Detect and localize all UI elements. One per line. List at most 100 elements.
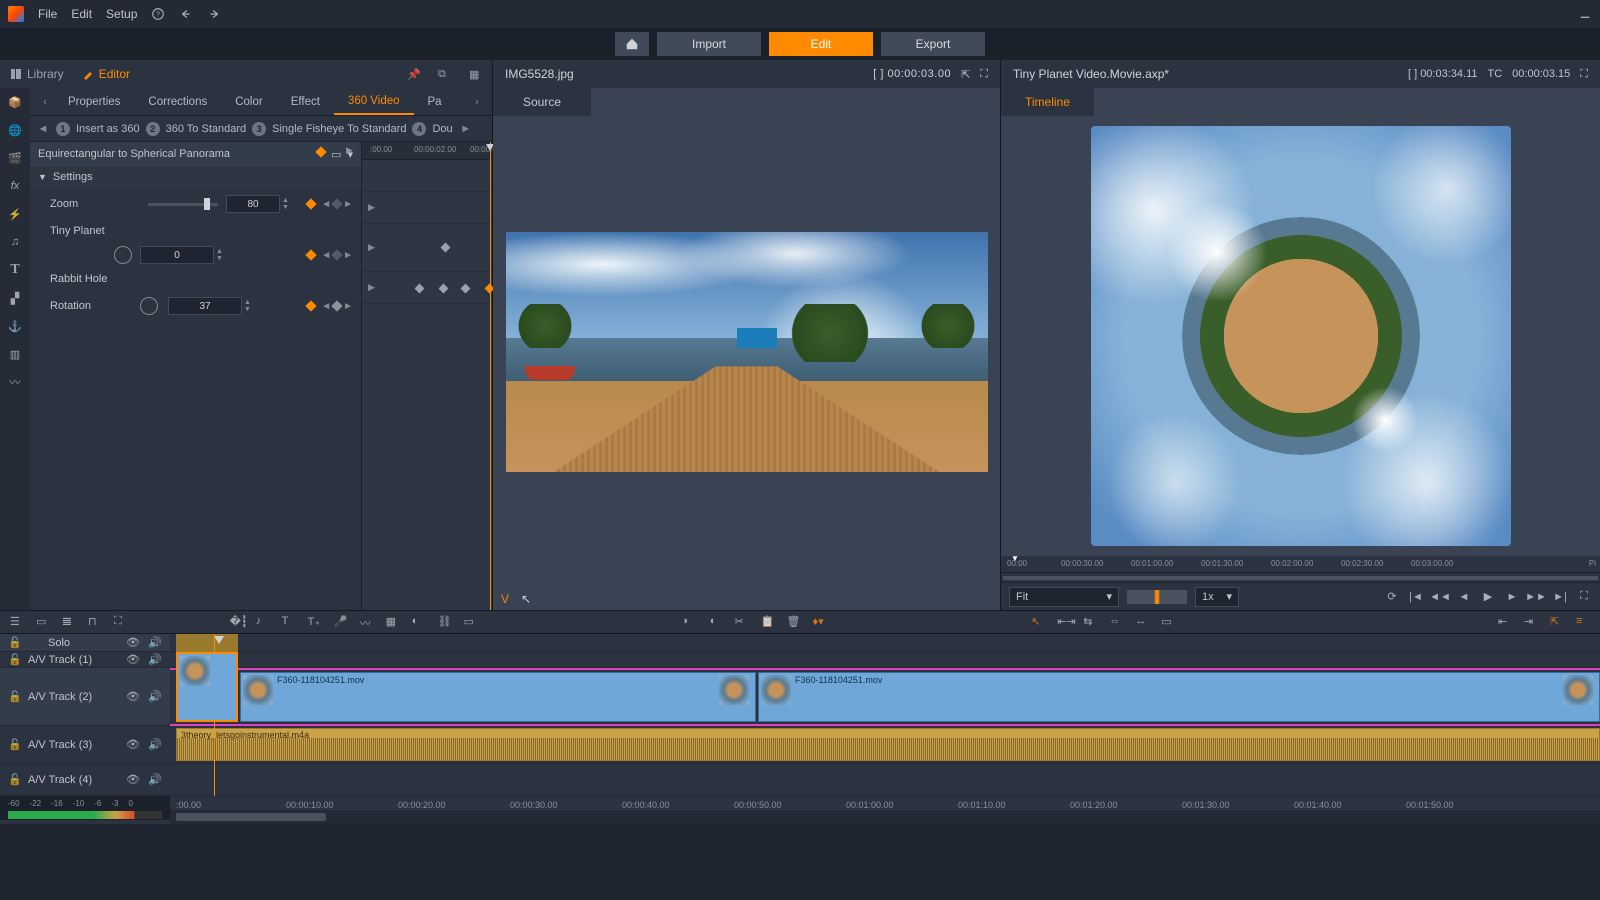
tiny-kf-here[interactable] xyxy=(331,249,342,260)
tl-roll-tool[interactable]: ↔ xyxy=(1135,615,1149,629)
kf-rot-1[interactable] xyxy=(415,284,425,294)
tl-mark-in-icon[interactable]: ◗ xyxy=(682,615,696,629)
timeline-playhead[interactable] xyxy=(214,636,224,644)
undo-icon[interactable] xyxy=(179,7,193,21)
speed-dropdown[interactable]: 1x▾ xyxy=(1195,587,1239,607)
source-max-icon[interactable]: ⛶ xyxy=(980,68,988,81)
track-header-1[interactable]: 🔓 A/V Track (1) 👁 🔊 xyxy=(0,652,170,668)
tab-pan[interactable]: Pa xyxy=(414,88,456,115)
tl-select-tool[interactable]: ↖ xyxy=(1031,615,1045,629)
tl-magnet-icon[interactable]: ⊓ xyxy=(88,615,102,629)
tl-snap-icon[interactable]: 𝌆 xyxy=(62,615,76,629)
rot-up[interactable]: ▲ xyxy=(244,299,251,306)
lane-3[interactable]: 3theory_letsgoinstrumental.m4a xyxy=(170,726,1600,764)
fx-keyframe-toggle[interactable] xyxy=(315,146,326,157)
solo-lock-icon[interactable]: 🔓 xyxy=(8,636,20,649)
kf-lane-rot[interactable]: ▶ xyxy=(362,272,492,304)
zoom-up[interactable]: ▲ xyxy=(282,197,289,204)
tl-slide-tool[interactable]: ⇔ xyxy=(1109,615,1123,629)
track-header-2[interactable]: 🔓 A/V Track (2) 👁 🔊 xyxy=(0,668,170,726)
sb-box-icon[interactable]: 📦 xyxy=(5,92,25,112)
timeline-scrollbar[interactable] xyxy=(170,810,1600,824)
import-button[interactable]: Import xyxy=(657,32,761,56)
layout-icon[interactable]: ▦ xyxy=(469,68,482,81)
redo-icon[interactable] xyxy=(207,7,221,21)
tiny-kf-add[interactable] xyxy=(306,249,317,260)
minimize-icon[interactable] xyxy=(1578,7,1592,21)
lane-play-zoom[interactable]: ▶ xyxy=(368,202,375,213)
tl-chain-icon[interactable]: ⛓ xyxy=(438,615,452,629)
kf-rot-3[interactable] xyxy=(461,284,471,294)
lane-play-rot[interactable]: ▶ xyxy=(368,282,375,293)
clip-selected[interactable] xyxy=(176,652,238,722)
zoom-slider[interactable] xyxy=(148,203,218,206)
t4-speaker-icon[interactable]: 🔊 xyxy=(148,773,162,786)
solo-speaker-icon[interactable]: 🔊 xyxy=(148,636,162,649)
tl-keyframe-icon[interactable]: ♪ xyxy=(256,615,270,629)
source-mark-v[interactable]: V xyxy=(501,592,509,606)
rot-kf-next[interactable]: ► xyxy=(343,301,353,312)
tl-ducking-icon[interactable]: 〰 xyxy=(360,615,374,629)
project-max-icon[interactable]: ⛶ xyxy=(1580,68,1588,81)
kf-play-icon[interactable]: ▶ xyxy=(346,145,353,156)
t4-eye-icon[interactable]: 👁 xyxy=(126,773,140,786)
t2-lock-icon[interactable]: 🔓 xyxy=(8,690,20,703)
settings-disclosure[interactable]: ▼Settings xyxy=(30,166,361,188)
t3-speaker-icon[interactable]: 🔊 xyxy=(148,738,162,751)
go-end-icon[interactable]: ►| xyxy=(1552,589,1568,605)
kf-rot-2[interactable] xyxy=(439,284,449,294)
fx-preset-icon[interactable]: ▭ xyxy=(331,148,341,161)
tiny-kf-prev[interactable]: ◄ xyxy=(321,250,331,261)
tl-marker-edit-icon[interactable]: T₊ xyxy=(308,615,322,629)
tl-custom-icon[interactable]: ≡ xyxy=(1576,615,1590,629)
tl-title-icon[interactable]: T xyxy=(282,615,296,629)
kf-playhead[interactable] xyxy=(490,142,491,610)
t1-lock-icon[interactable]: 🔓 xyxy=(8,653,20,666)
tl-marker-icon[interactable]: ♦▾ xyxy=(812,615,826,629)
tab-360-video[interactable]: 360 Video xyxy=(334,88,414,115)
clip-audio[interactable]: 3theory_letsgoinstrumental.m4a xyxy=(176,728,1600,761)
step-back-icon[interactable]: ◄ xyxy=(1456,589,1472,605)
export-button[interactable]: Export xyxy=(881,32,985,56)
rot-kf-prev[interactable]: ◄ xyxy=(321,301,331,312)
sb-anchor-icon[interactable]: ⚓ xyxy=(5,316,25,336)
zoom-kf-here[interactable] xyxy=(331,198,342,209)
sb-wave-icon[interactable]: 〰 xyxy=(5,372,25,392)
clip-v1[interactable]: F360-118104251.mov xyxy=(240,672,756,722)
timeline-ruler[interactable] xyxy=(170,634,1600,652)
proptab-right-arrow[interactable]: › xyxy=(468,96,486,108)
track-header-4[interactable]: 🔓 A/V Track (4) 👁 🔊 xyxy=(0,764,170,796)
sb-globe-icon[interactable]: 🌐 xyxy=(5,120,25,140)
sb-film-icon[interactable]: 🎬 xyxy=(5,148,25,168)
t2-eye-icon[interactable]: 👁 xyxy=(126,690,140,703)
sb-shape-icon[interactable]: ▞ xyxy=(5,288,25,308)
fullscreen-icon[interactable]: ⛶ xyxy=(1576,589,1592,605)
timeline-bottom-ruler[interactable]: :00.00 00:00:10.00 00:00:20.00 00:00:30.… xyxy=(170,796,1600,810)
play-icon[interactable]: ▶ xyxy=(1480,589,1496,605)
preset-left-arrow[interactable]: ◄ xyxy=(36,123,50,135)
preset-right-arrow[interactable]: ► xyxy=(459,123,473,135)
tab-effect[interactable]: Effect xyxy=(277,88,334,115)
prev-clip-icon[interactable]: ◄◄ xyxy=(1432,589,1448,605)
solo-eye-icon[interactable]: 👁 xyxy=(126,636,140,649)
preset-insert-360[interactable]: 1Insert as 360 xyxy=(56,122,140,136)
sb-piano-icon[interactable]: ▥ xyxy=(5,344,25,364)
pin-icon[interactable]: 📌 xyxy=(407,68,420,81)
lane-1[interactable] xyxy=(170,652,1600,668)
tab-corrections[interactable]: Corrections xyxy=(134,88,221,115)
tiny-kf-next[interactable]: ► xyxy=(343,250,353,261)
tl-tracks-icon[interactable]: ☰ xyxy=(10,615,24,629)
track-header-3[interactable]: 🔓 A/V Track (3) 👁 🔊 xyxy=(0,726,170,764)
zoom-kf-add[interactable] xyxy=(306,198,317,209)
zoom-down[interactable]: ▼ xyxy=(282,204,289,211)
tl-rate-tool[interactable]: ▭ xyxy=(1161,615,1175,629)
tiny-down[interactable]: ▼ xyxy=(216,255,223,262)
lane-4[interactable] xyxy=(170,764,1600,796)
shuttle-control[interactable] xyxy=(1127,590,1187,604)
tab-color[interactable]: Color xyxy=(221,88,276,115)
source-cursor-icon[interactable]: ↖ xyxy=(521,592,531,606)
t3-lock-icon[interactable]: 🔓 xyxy=(8,738,20,751)
timeline-scroll-thumb[interactable] xyxy=(176,813,326,821)
source-viewer[interactable] xyxy=(493,116,1000,588)
lane-2[interactable]: F360-118104251.mov F360-118104251.mov xyxy=(170,668,1600,726)
